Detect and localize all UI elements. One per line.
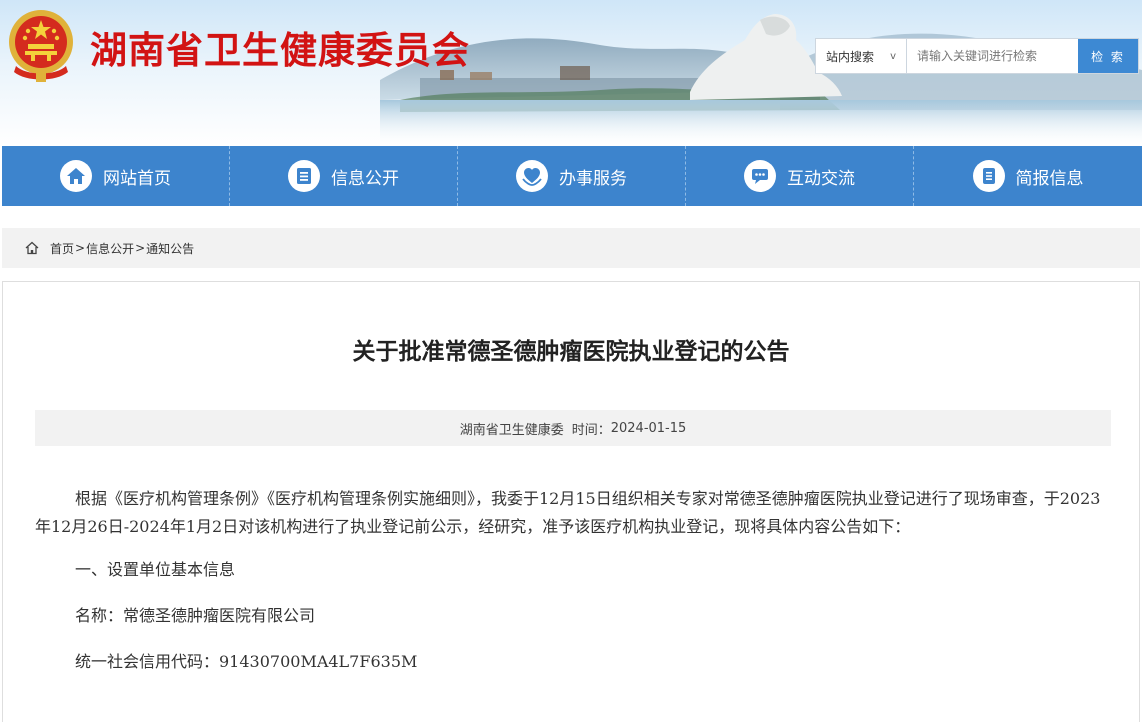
briefing-icon: [972, 160, 1005, 192]
article-paragraph-intro: 根据《医疗机构管理条例》《医疗机构管理条例实施细则》，我委于12月15日组织相关…: [35, 489, 1101, 536]
nav-item-home[interactable]: 网站首页: [2, 146, 230, 206]
search-button[interactable]: 检 索: [1078, 39, 1138, 73]
article-time-label: 时间：: [571, 422, 611, 438]
search-box: 站内搜索 v 检 索: [815, 38, 1139, 74]
chevron-down-icon: v: [890, 50, 896, 62]
site-title: 湖南省卫生健康委员会: [90, 29, 470, 72]
search-scope-label: 站内搜索: [826, 49, 875, 64]
article-paragraph-credit-code: 统一社会信用代码：91430700MA4L7F635M: [75, 652, 418, 671]
article-section-heading: 一、设置单位基本信息: [75, 560, 236, 579]
article-paragraph-name: 名称：常德圣德肿瘤医院有限公司: [75, 606, 316, 625]
home-outline-icon: [24, 240, 40, 256]
article-title: 关于批准常德圣德肿瘤医院执业登记的公告: [352, 339, 790, 365]
nav-item-label: 网站首页: [103, 168, 171, 189]
nav-item-label: 办事服务: [559, 168, 627, 189]
breadcrumb-home-link[interactable]: 首页: [50, 240, 74, 257]
nav-item-services[interactable]: 办事服务: [458, 146, 686, 206]
nav-item-label: 信息公开: [331, 168, 399, 189]
national-emblem-icon: [9, 10, 73, 82]
article-container: 关于批准常德圣德肿瘤医院执业登记的公告 湖南省卫生健康委 时间： 2024-01…: [2, 281, 1140, 722]
article-source: 湖南省卫生健康委: [459, 422, 564, 438]
article-body: 根据《医疗机构管理条例》《医疗机构管理条例实施细则》，我委于12月15日组织相关…: [35, 485, 1115, 673]
home-icon: [60, 160, 92, 192]
nav-item-label: 简报信息: [1015, 168, 1084, 189]
site-header: 湖南省卫生健康委员会 站内搜索 v 检 索: [0, 0, 1142, 146]
service-heart-icon: [516, 160, 548, 192]
document-list-icon: [288, 160, 320, 192]
nav-item-label: 互动交流: [787, 168, 855, 189]
search-scope-dropdown[interactable]: 站内搜索 v: [816, 39, 907, 73]
article-meta: 湖南省卫生健康委 时间： 2024-01-15: [35, 410, 1111, 446]
main-nav: 网站首页 信息公开 办事服务 互动交流 简报信息: [2, 146, 1142, 206]
breadcrumb-separator: >: [75, 241, 86, 255]
breadcrumb: 首页 > 信息公开 > 通知公告: [2, 228, 1140, 268]
breadcrumb-separator: >: [135, 241, 146, 255]
nav-item-interaction[interactable]: 互动交流: [686, 146, 914, 206]
chat-icon: [744, 160, 776, 192]
nav-item-info-disclosure[interactable]: 信息公开: [230, 146, 458, 206]
search-input[interactable]: [907, 39, 1078, 73]
article-date: 2024-01-15: [610, 420, 687, 436]
breadcrumb-info-disclosure-link[interactable]: 信息公开: [86, 240, 134, 257]
breadcrumb-notices-link[interactable]: 通知公告: [146, 240, 194, 257]
nav-item-briefing[interactable]: 简报信息: [914, 146, 1142, 206]
